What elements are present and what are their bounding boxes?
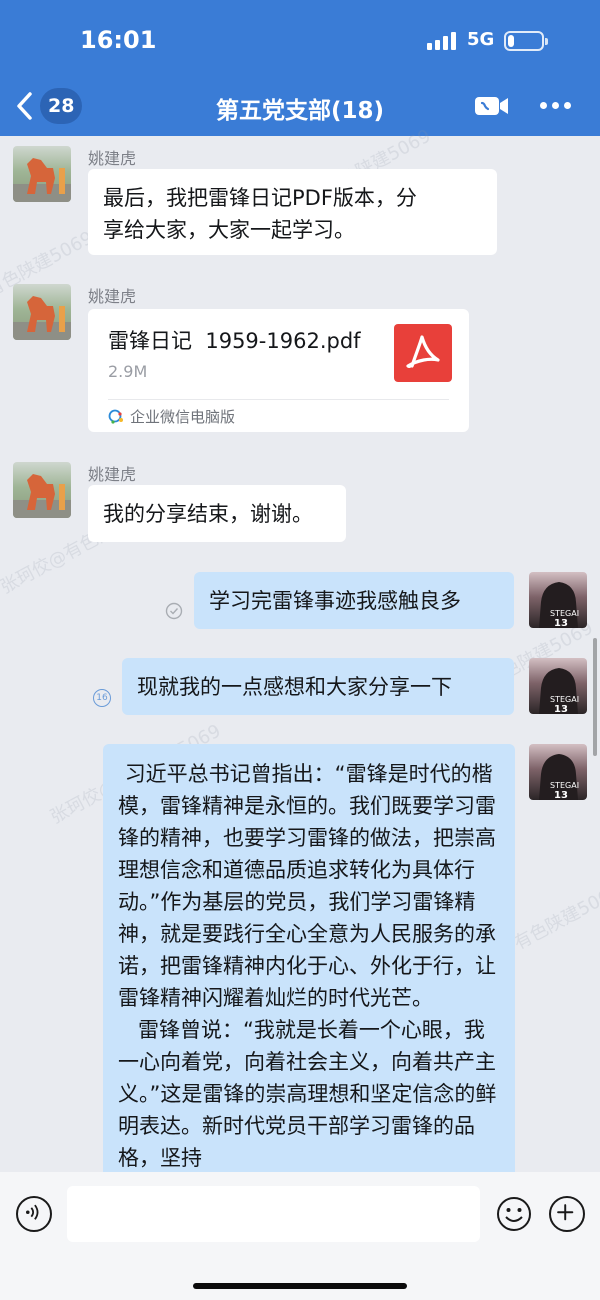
avatar[interactable]: STEGAI 13	[529, 572, 587, 628]
signal-icon	[427, 32, 459, 50]
plus-icon[interactable]	[549, 1196, 585, 1232]
input-bar	[0, 1172, 600, 1300]
sender-name: 姚建虎	[88, 149, 137, 168]
message-bubble[interactable]: 学习完雷锋事迹我感触良多	[194, 572, 514, 629]
svg-text:13: 13	[554, 618, 568, 628]
message-bubble[interactable]: 现就我的一点感想和大家分享一下	[122, 658, 514, 715]
svg-text:STEGAI: STEGAI	[550, 781, 579, 790]
emoji-icon[interactable]	[496, 1196, 532, 1232]
unread-count-badge[interactable]: 28	[40, 88, 83, 124]
svg-text:STEGAI: STEGAI	[550, 609, 579, 618]
file-name: 雷锋日记 1959-1962.pdf	[108, 329, 361, 353]
home-indicator	[193, 1283, 407, 1289]
avatar[interactable]: STEGAI 13	[529, 658, 587, 714]
read-count-badge[interactable]: 16	[93, 689, 111, 707]
message-text: 学习完雷锋事迹我感触良多	[209, 589, 461, 613]
status-time: 16:01	[80, 26, 157, 54]
battery-icon	[504, 31, 548, 51]
message-bubble[interactable]: 我的分享结束，谢谢。	[88, 485, 346, 542]
wecom-icon	[108, 408, 126, 426]
sender-name: 姚建虎	[88, 465, 137, 484]
message-text: 习近平总书记曾指出：“雷锋是时代的楷模，雷锋精神是永恒的。我们既要学习雷锋的精神…	[118, 762, 497, 1170]
scrollbar[interactable]	[593, 638, 597, 756]
divider	[108, 399, 449, 400]
message-bubble[interactable]: 最后，我把雷锋日记PDF版本，分 享给大家，大家一起学习。	[88, 169, 497, 255]
network-label: 5G	[467, 29, 495, 50]
chat-header: 16:01 5G 28 第五党支部(18)	[0, 0, 600, 136]
read-check-icon	[165, 602, 183, 620]
svg-text:13: 13	[554, 790, 568, 800]
pdf-icon	[394, 324, 452, 382]
svg-text:13: 13	[554, 704, 568, 714]
sender-name: 姚建虎	[88, 287, 137, 306]
file-card[interactable]: 雷锋日记 1959-1962.pdf 2.9M 企业微信电脑版	[88, 309, 469, 432]
message-bubble[interactable]: 习近平总书记曾指出：“雷锋是时代的楷模，雷锋精神是永恒的。我们既要学习雷锋的精神…	[103, 744, 515, 1184]
message-text: 现就我的一点感想和大家分享一下	[137, 675, 452, 699]
message-input[interactable]	[67, 1186, 480, 1242]
file-source: 企业微信电脑版	[130, 408, 236, 426]
video-call-icon[interactable]	[474, 94, 510, 118]
file-size: 2.9M	[108, 362, 148, 381]
avatar[interactable]	[13, 284, 71, 340]
more-icon[interactable]	[540, 102, 572, 112]
chat-title: 第五党支部(18)	[215, 98, 385, 124]
voice-icon[interactable]	[16, 1196, 52, 1232]
avatar[interactable]	[13, 146, 71, 202]
avatar[interactable]: STEGAI 13	[529, 744, 587, 800]
message-text: 我的分享结束，谢谢。	[103, 502, 313, 526]
message-text: 最后，我把雷锋日记PDF版本，分 享给大家，大家一起学习。	[103, 186, 417, 242]
svg-text:STEGAI: STEGAI	[550, 695, 579, 704]
avatar[interactable]	[13, 462, 71, 518]
